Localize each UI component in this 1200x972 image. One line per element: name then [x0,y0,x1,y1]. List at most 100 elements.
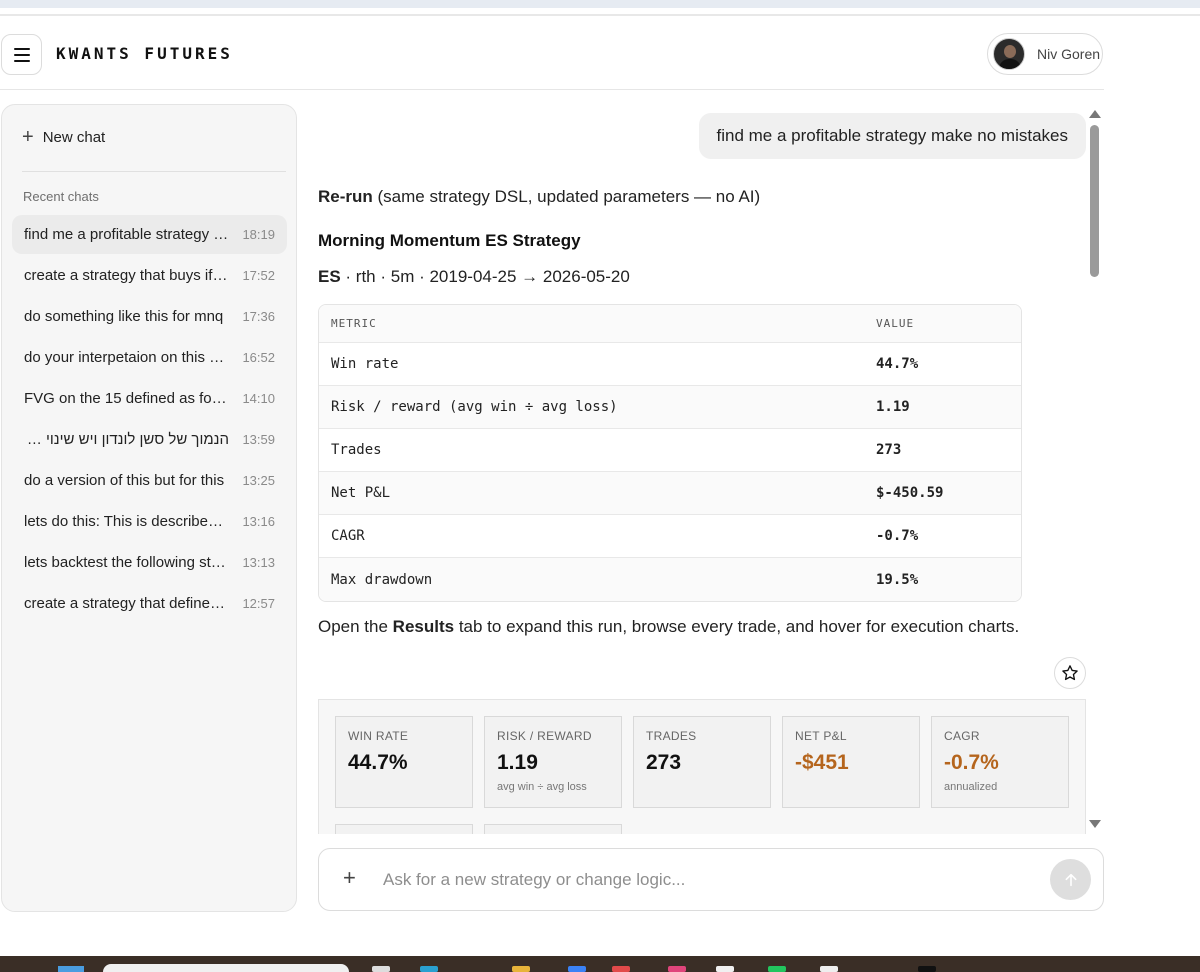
chat-title: do something like this for mnq [24,308,224,325]
chat-title: do a version of this but for this [24,472,225,489]
stat-subtext: avg win ÷ avg loss [497,781,587,793]
taskbar-app-icon[interactable] [612,966,630,972]
stat-label: WIN RATE [348,729,409,743]
metric-name: CAGR [331,528,365,544]
results-tab-link: Results [392,617,455,636]
chat-title: find me a profitable strategy make no mi… [24,226,229,243]
send-button[interactable] [1050,859,1091,900]
user-message-bubble: find me a profitable strategy make no mi… [698,113,1086,159]
metric-value: 1.19 [876,399,910,415]
strategy-meta: ES · rth · 5m · 2019-04-25 → 2026-05-20 [318,267,630,287]
metric-name: Win rate [331,356,399,372]
user-name: Niv Goren [1037,46,1101,62]
strategy-params: · rth · 5m · 2019-04-25 → 2026-05-20 [340,267,630,286]
metric-value: $-450.59 [876,485,944,501]
metric-value: 273 [876,442,902,458]
sidebar-divider [22,171,286,172]
os-taskbar [0,956,1200,972]
taskbar-app-icon[interactable] [820,966,838,972]
stat-label: CAGR [944,729,980,743]
scroll-down-arrow[interactable] [1089,820,1101,828]
chat-list-item[interactable]: find me a profitable strategy make no mi… [12,215,287,254]
taskbar-app-icon[interactable] [512,966,530,972]
strategy-symbol: ES [318,267,341,286]
scroll-up-arrow[interactable] [1089,110,1101,118]
chat-list-item[interactable]: create a strategy that buys if the price… [12,256,287,295]
taskbar-app-icon[interactable] [918,966,936,972]
taskbar-app-icon[interactable] [668,966,686,972]
taskbar-app-icon[interactable] [372,966,390,972]
chat-list: find me a profitable strategy make no mi… [12,215,287,625]
table-row: Win rate 44.7% [319,343,1021,386]
stat-label: NET P&L [795,729,847,743]
scroll-thumb[interactable] [1090,125,1099,277]
windows-start-icon[interactable] [58,966,84,972]
chat-list-item[interactable]: do something like this for mnq 17:36 [12,297,287,336]
rerun-label: Re-run [318,187,373,206]
stat-label: RISK / REWARD [497,729,592,743]
results-hint-post: tab to expand this run, browse every tra… [454,617,1020,636]
metric-value: 44.7% [876,356,919,372]
app-brand: KWANTS FUTURES [56,44,233,63]
scrollbar[interactable] [1088,104,1102,834]
stat-value: 1.19 [497,751,538,774]
recent-chats-heading: Recent chats [23,189,99,204]
chat-time: 14:10 [242,391,275,406]
stat-card: CAGR -0.7% annualized [931,716,1069,808]
user-menu-button[interactable]: Niv Goren [987,33,1103,75]
stat-card [484,824,622,834]
table-row: Risk / reward (avg win ÷ avg loss) 1.19 [319,386,1021,429]
column-header-metric: METRIC [331,317,377,330]
stat-card: NET P&L -$451 [782,716,920,808]
chat-title: do your interpetaion on this strategy [24,349,229,366]
chat-title: lets backtest the following strategy [24,554,229,571]
chat-time: 13:16 [242,514,275,529]
chat-time: 18:19 [242,227,275,242]
taskbar-search[interactable] [103,964,349,972]
favorite-button[interactable] [1054,657,1086,689]
chat-list-item[interactable]: create a strategy that defines the 12:57 [12,584,287,623]
taskbar-app-icon[interactable] [768,966,786,972]
stat-card: RISK / REWARD 1.19 avg win ÷ avg loss [484,716,622,808]
taskbar-app-icon[interactable] [420,966,438,972]
chat-input[interactable] [383,863,1033,897]
metric-name: Risk / reward (avg win ÷ avg loss) [331,399,618,415]
table-row: Net P&L $-450.59 [319,472,1021,515]
chat-list-item[interactable]: lets backtest the following strategy 13:1… [12,543,287,582]
browser-chrome-strip [0,0,1200,8]
table-header-row: METRIC VALUE [319,305,1021,343]
arrow-up-icon [1065,873,1076,886]
chat-title: create a strategy that buys if the price [24,267,229,284]
new-chat-button[interactable]: + New chat [22,127,105,147]
chat-time: 17:52 [242,268,275,283]
sidebar: + New chat Recent chats find me a profit… [1,104,297,912]
stat-value: -0.7% [944,751,999,774]
chat-list-item[interactable]: do a version of this but for this 13:25 [12,461,287,500]
chat-list-item[interactable]: do your interpetaion on this strategy 16:… [12,338,287,377]
hamburger-icon [13,47,30,62]
menu-button[interactable] [1,34,42,75]
column-header-value: VALUE [876,317,915,330]
rerun-description: (same strategy DSL, updated parameters —… [372,187,761,206]
chat-title: lets do this: This is described as [24,513,229,530]
taskbar-app-icon[interactable] [568,966,586,972]
stat-label: TRADES [646,729,697,743]
chat-list-item[interactable]: FVG on the 15 defined as follows 14:10 [12,379,287,418]
stat-value: 44.7% [348,751,408,774]
chat-list-item[interactable]: lets do this: This is described as 13:16 [12,502,287,541]
table-row: CAGR -0.7% [319,515,1021,558]
metric-value: 19.5% [876,571,919,588]
new-chat-label: New chat [42,128,106,146]
metric-name: Net P&L [331,485,391,501]
attach-plus-icon[interactable]: + [343,867,356,889]
stat-card: TRADES 273 [633,716,771,808]
chat-list-item[interactable]: הנמוך של סשן לונדון ויש שינוי כיוון 13:59 [12,420,287,459]
chat-title: create a strategy that defines the [24,595,229,612]
results-hint: Open the Results tab to expand this run,… [318,617,1019,637]
app-header: KWANTS FUTURES Niv Goren [0,16,1104,90]
chat-time: 13:59 [242,432,275,447]
results-hint-pre: Open the [318,617,393,636]
chat-time: 13:13 [242,555,275,570]
taskbar-app-icon[interactable] [716,966,734,972]
chat-title: הנמוך של סשן לונדון ויש שינוי כיוון [24,431,229,448]
